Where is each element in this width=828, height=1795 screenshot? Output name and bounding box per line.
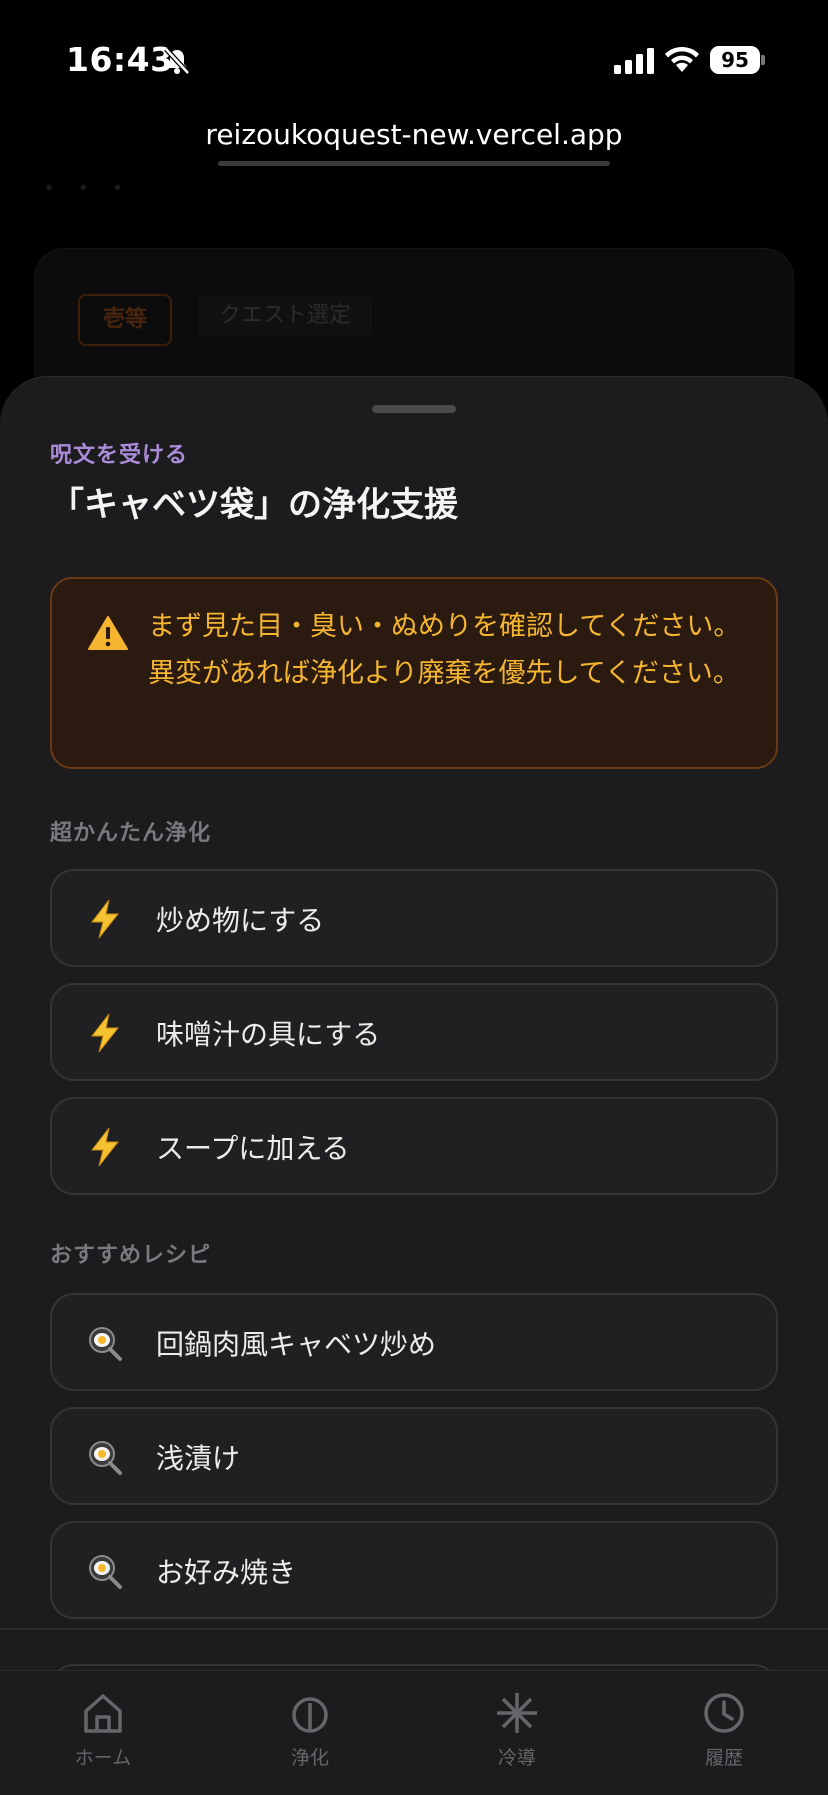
option-label: スープに加える xyxy=(156,1132,350,1165)
tab-label: ホーム xyxy=(74,1747,132,1769)
snowflake-icon xyxy=(497,1693,537,1733)
cellular-signal-icon xyxy=(614,48,654,74)
tab-cold-guide[interactable]: 冷導 xyxy=(457,1691,577,1781)
tab-home[interactable]: ホーム xyxy=(43,1691,163,1781)
purify-sheet: 呪文を受ける 「キャベツ袋」の浄化支援 まず見た目・臭い・ぬめりを確認してくださ… xyxy=(0,376,828,1676)
sheet-title: 「キャベツ袋」の浄化支援 xyxy=(50,485,458,525)
frying-pan-icon xyxy=(89,1555,122,1589)
tab-purify[interactable]: 浄化 xyxy=(250,1691,370,1781)
background-rank-badge: 壱等 xyxy=(78,294,172,346)
recipe-option-asazuke[interactable]: 浅漬け xyxy=(50,1407,778,1505)
purify-icon xyxy=(292,1697,328,1733)
background-heading-fragment: ・ ・ ・ xyxy=(36,174,131,204)
recipe-option-okonomiyaki[interactable]: お好み焼き xyxy=(50,1521,778,1619)
clock-icon xyxy=(704,1693,744,1733)
frying-pan-icon xyxy=(89,1441,122,1475)
recipe-option-cabbage-stir-fry[interactable]: 回鍋肉風キャベツ炒め xyxy=(50,1293,778,1391)
quick-option-soup[interactable]: スープに加える xyxy=(50,1097,778,1195)
lightning-icon xyxy=(90,899,120,939)
option-label: 回鍋肉風キャベツ炒め xyxy=(156,1328,437,1361)
battery-indicator: 95 xyxy=(710,46,765,74)
quick-purify-label: 超かんたん浄化 xyxy=(50,821,212,846)
tab-history[interactable]: 履歴 xyxy=(664,1691,784,1781)
browser-url[interactable]: reizoukoquest-new.vercel.app xyxy=(0,118,828,151)
option-label: 炒め物にする xyxy=(156,904,325,937)
bell-slash-icon xyxy=(164,47,190,75)
frying-pan-icon xyxy=(89,1327,122,1361)
sheet-subtitle: 呪文を受ける xyxy=(50,443,189,468)
warning-icon xyxy=(88,616,128,650)
tab-label: 浄化 xyxy=(290,1747,329,1769)
status-time: 16:43 xyxy=(66,40,174,79)
tab-label: 履歴 xyxy=(704,1747,743,1769)
sheet-divider xyxy=(0,1628,828,1630)
warning-box: まず見た目・臭い・ぬめりを確認してください。異変があれば浄化より廃棄を優先してく… xyxy=(50,577,778,769)
background-quest-tag: クエスト選定 xyxy=(198,296,372,336)
battery-tip xyxy=(761,55,765,65)
lightning-icon xyxy=(90,1127,120,1167)
battery-level: 95 xyxy=(710,46,760,74)
wifi-icon xyxy=(665,46,699,72)
sheet-grabber[interactable] xyxy=(372,405,456,413)
home-icon xyxy=(84,1694,122,1733)
recommended-recipes-label: おすすめレシピ xyxy=(50,1243,212,1268)
warning-text: まず見た目・臭い・ぬめりを確認してください。異変があれば浄化より廃棄を優先してく… xyxy=(148,611,741,689)
option-label: 味噌汁の具にする xyxy=(156,1018,381,1051)
status-bar: 16:43 95 xyxy=(0,0,828,120)
quick-option-miso-soup[interactable]: 味噌汁の具にする xyxy=(50,983,778,1081)
tab-bar: ホーム 浄化 冷導 履歴 xyxy=(0,1670,828,1795)
option-label: 浅漬け xyxy=(156,1442,241,1475)
quick-option-stir-fry[interactable]: 炒め物にする xyxy=(50,869,778,967)
option-label: お好み焼き xyxy=(156,1556,297,1589)
lightning-icon xyxy=(90,1013,120,1053)
tab-label: 冷導 xyxy=(497,1747,536,1769)
url-bar-underline xyxy=(218,161,610,166)
